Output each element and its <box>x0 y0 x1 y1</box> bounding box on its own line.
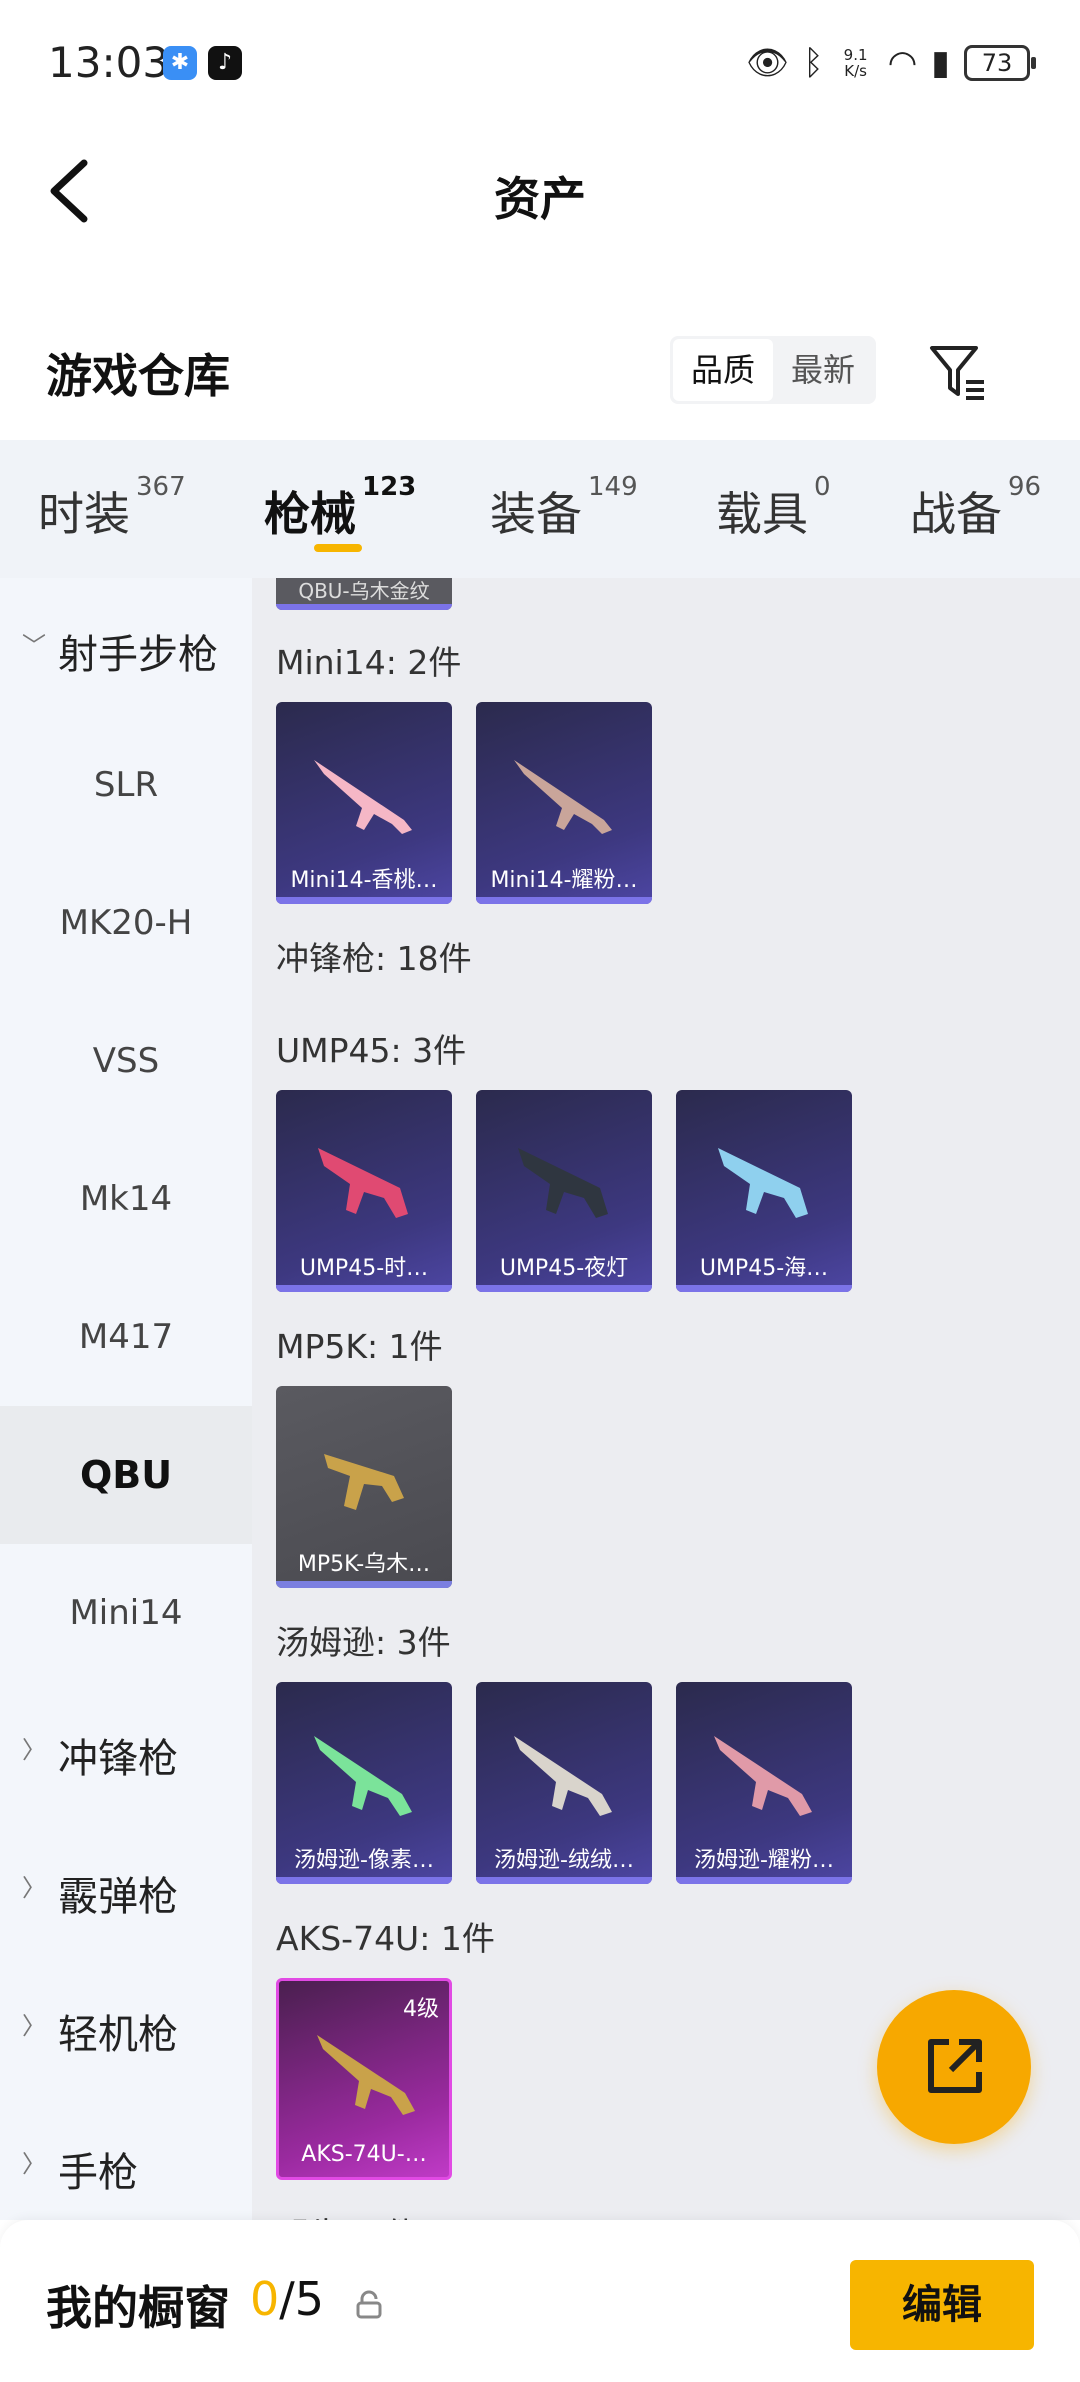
skin-card[interactable]: 汤姆逊-像素… <box>276 1682 452 1884</box>
edit-button[interactable]: 编辑 <box>850 2260 1034 2350</box>
skin-card[interactable]: MP5K-乌木… <box>276 1386 452 1588</box>
section-header-bizon: 野牛: 1件 <box>276 2208 418 2220</box>
battery-indicator: 73 <box>964 45 1036 81</box>
qbu-card-partial[interactable]: QBU-乌木金纹 <box>276 578 452 610</box>
weapon-sidebar: ﹀ 射手步枪 SLR MK20-H VSS Mk14 M417 QBU Mini… <box>0 578 252 2220</box>
chevron-right-icon: 〉 <box>22 1736 46 1764</box>
lock-icon <box>356 2290 382 2319</box>
status-bar: 13:03 ✱ ♪ 👁 ᛒ 9.1 K/s ◠ ▮ 73 <box>0 0 1080 125</box>
tab-supplies[interactable]: 战备 96 <box>910 472 1041 544</box>
smg-icon <box>314 1736 412 1816</box>
filter-icon[interactable] <box>928 342 988 402</box>
page-title: 资产 <box>494 172 586 226</box>
network-speed: 9.1 K/s <box>843 46 868 80</box>
skin-name: MP5K-乌木… <box>297 1552 431 1577</box>
skin-name: Mini14-耀粉… <box>490 868 638 893</box>
skin-name: Mini14-香桃… <box>290 868 438 893</box>
alert-icon: ▮ <box>931 43 950 83</box>
showcase-label: 我的橱窗 <box>46 2281 230 2335</box>
sidebar-item-m417[interactable]: M417 <box>0 1268 252 1406</box>
weapon-grid: QBU-乌木金纹 Mini14: 2件 Mini14-香桃… Mini14-耀粉… <box>252 578 1080 2220</box>
skin-name: AKS-74U-… <box>301 2142 427 2167</box>
bluetooth-icon: ᛒ <box>803 43 824 83</box>
skin-name: UMP45-夜灯 <box>499 1256 629 1281</box>
skin-name: UMP45-时… <box>299 1256 429 1281</box>
skin-name: 汤姆逊-绒绒… <box>494 1848 634 1873</box>
sort-latest-button[interactable]: 最新 <box>773 339 873 401</box>
skin-card[interactable]: UMP45-海… <box>676 1090 852 1292</box>
tab-fashion[interactable]: 时装 367 <box>38 472 186 544</box>
sidebar-group-smg[interactable]: 〉 冲锋枪 <box>0 1682 252 1820</box>
skin-card[interactable]: Mini14-香桃… <box>276 702 452 904</box>
section-header-ump45: UMP45: 3件 <box>276 1031 467 1070</box>
sidebar-group-marksman[interactable]: ﹀ 射手步枪 <box>0 578 252 716</box>
showcase-bar: 我的橱窗 0/5 编辑 <box>0 2220 1080 2382</box>
smg-icon <box>518 1148 608 1218</box>
skin-name: 汤姆逊-像素… <box>294 1848 434 1873</box>
status-time: 13:03 <box>48 38 170 87</box>
sort-quality-button[interactable]: 品质 <box>673 339 773 401</box>
skin-card[interactable]: 汤姆逊-绒绒… <box>476 1682 652 1884</box>
skin-card[interactable]: Mini14-耀粉… <box>476 702 652 904</box>
sidebar-item-mk20h[interactable]: MK20-H <box>0 854 252 992</box>
chevron-right-icon: 〉 <box>22 1874 46 1902</box>
tiktok-app-icon: ♪ <box>208 46 242 80</box>
app-header: 资产 <box>0 125 1080 255</box>
sort-toggle: 品质 最新 <box>670 336 876 404</box>
section-header-thompson: 汤姆逊: 3件 <box>276 1623 451 1662</box>
external-link-icon <box>928 2039 982 2093</box>
rifle-icon <box>314 760 412 834</box>
sidebar-item-mk14[interactable]: Mk14 <box>0 1130 252 1268</box>
wifi-icon: ◠ <box>887 43 918 83</box>
tab-guns[interactable]: 枪械 123 <box>264 472 416 544</box>
rifle-icon <box>514 760 612 834</box>
sidebar-item-mini14[interactable]: Mini14 <box>0 1544 252 1682</box>
eye-icon: 👁 <box>746 43 790 83</box>
section-header-smg: 冲锋枪: 18件 <box>276 939 472 978</box>
sidebar-item-slr[interactable]: SLR <box>0 716 252 854</box>
tab-equipment[interactable]: 装备 149 <box>490 472 638 544</box>
section-header-mini14: Mini14: 2件 <box>276 643 462 682</box>
sidebar-group-shotgun[interactable]: 〉 霰弹枪 <box>0 1820 252 1958</box>
skin-card[interactable]: 汤姆逊-耀粉… <box>676 1682 852 1884</box>
skin-card[interactable]: UMP45-夜灯 <box>476 1090 652 1292</box>
smg-icon <box>514 1736 612 1816</box>
tab-vehicles[interactable]: 载具 0 <box>716 472 831 544</box>
skin-card[interactable]: UMP45-时… <box>276 1090 452 1292</box>
chevron-right-icon: 〉 <box>22 2012 46 2040</box>
showcase-count: 0/5 <box>250 2272 325 2326</box>
sidebar-item-vss[interactable]: VSS <box>0 992 252 1130</box>
active-tab-indicator <box>314 544 362 552</box>
smg-icon <box>714 1736 812 1816</box>
sidebar-item-qbu[interactable]: QBU <box>0 1406 252 1544</box>
rifle-icon <box>317 2035 415 2115</box>
smg-icon <box>324 1454 404 1510</box>
share-button[interactable] <box>877 1990 1031 2144</box>
warehouse-title: 游戏仓库 <box>46 349 230 403</box>
smg-icon <box>718 1148 808 1218</box>
section-header-aks74u: AKS-74U: 1件 <box>276 1919 495 1958</box>
sidebar-group-pistol[interactable]: 〉 手枪 <box>0 2096 252 2220</box>
bluetooth-app-icon: ✱ <box>163 46 197 80</box>
skin-card[interactable]: 4级 AKS-74U-… <box>276 1978 452 2180</box>
skin-name: 汤姆逊-耀粉… <box>694 1848 834 1873</box>
chevron-right-icon: 〉 <box>22 2150 46 2178</box>
sidebar-group-lmg[interactable]: 〉 轻机枪 <box>0 1958 252 2096</box>
skin-name: UMP45-海… <box>699 1256 829 1281</box>
warehouse-row: 游戏仓库 品质 最新 <box>0 300 1080 440</box>
category-tabs: 时装 367 枪械 123 装备 149 载具 0 战备 96 <box>0 440 1080 578</box>
smg-icon <box>318 1148 408 1218</box>
section-header-mp5k: MP5K: 1件 <box>276 1327 443 1366</box>
chevron-down-icon: ﹀ <box>22 632 46 660</box>
